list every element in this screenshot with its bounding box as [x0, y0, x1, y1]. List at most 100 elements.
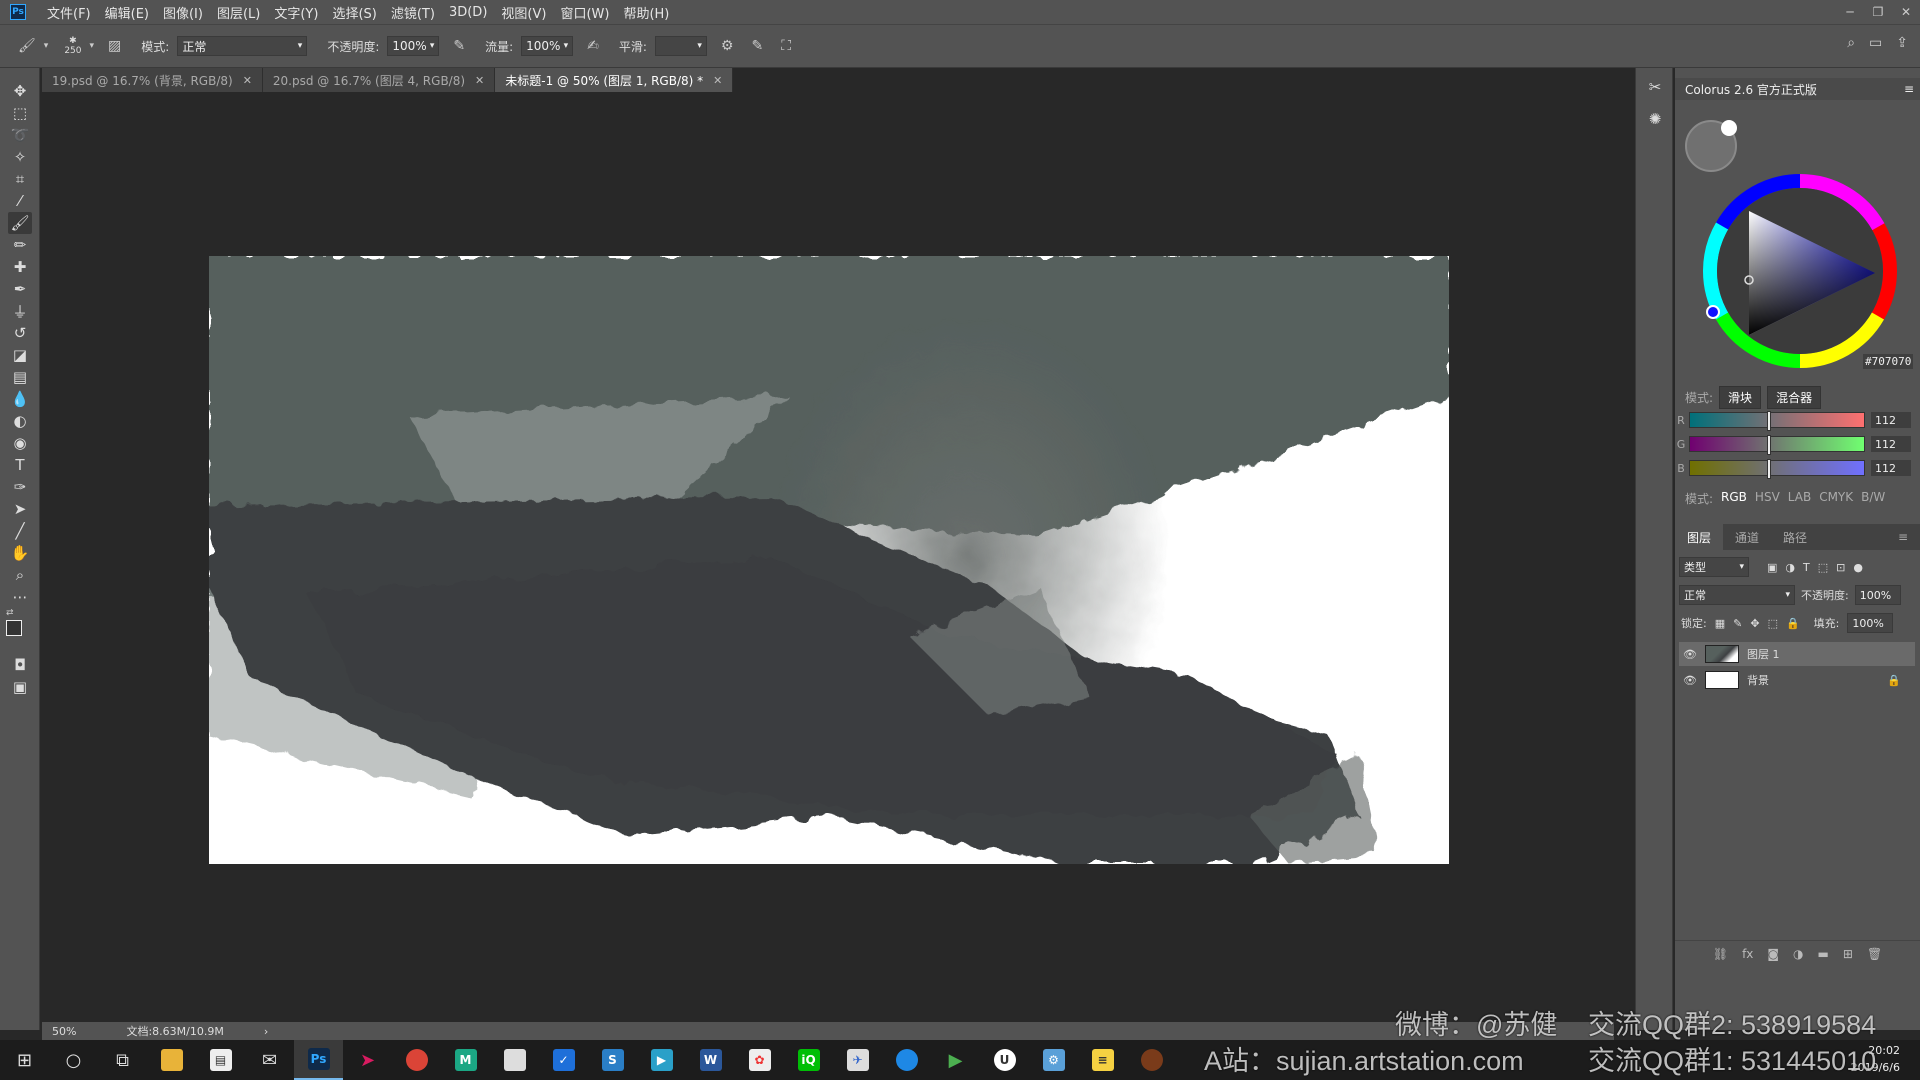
hand-tool-icon[interactable]: ✋: [8, 542, 32, 564]
slider-mode-button[interactable]: 滑块: [1719, 386, 1762, 409]
smooth-input[interactable]: ▾: [654, 36, 707, 56]
clone-stamp-icon[interactable]: ⏚: [8, 300, 32, 322]
app-s-icon[interactable]: S: [588, 1040, 637, 1080]
layer-row[interactable]: 👁 背景 🔒: [1679, 668, 1915, 692]
mail-icon[interactable]: ✉: [245, 1040, 294, 1080]
eye-icon[interactable]: 👁: [1683, 648, 1697, 661]
chevron-down-icon[interactable]: ▾: [90, 41, 95, 51]
mixer-mode-button[interactable]: 混合器: [1767, 386, 1822, 409]
dodge-tool-icon[interactable]: ◐: [8, 410, 32, 432]
start-icon[interactable]: ⊞: [0, 1040, 49, 1080]
slider-thumb-b[interactable]: [1766, 459, 1771, 479]
slider-track-r[interactable]: [1689, 411, 1865, 431]
tools-preset-icon[interactable]: ✂: [1643, 76, 1667, 98]
app-bird-icon[interactable]: ✈: [833, 1040, 882, 1080]
color-mode-lab[interactable]: LAB: [1788, 490, 1811, 507]
chrome-icon[interactable]: [392, 1040, 441, 1080]
word-icon[interactable]: W: [686, 1040, 735, 1080]
history-brush-icon[interactable]: ↺: [8, 322, 32, 344]
close-icon[interactable]: ✕: [713, 74, 722, 87]
layer-filter-select[interactable]: 类型 ▾: [1679, 557, 1749, 577]
slider-b[interactable]: B 112: [1675, 458, 1920, 479]
fill-input[interactable]: 100%: [1847, 613, 1894, 633]
fx-icon[interactable]: fx: [1742, 947, 1753, 961]
new-layer-icon[interactable]: ⊞: [1843, 947, 1853, 961]
menu-file[interactable]: 文件(F): [40, 3, 98, 22]
color-mode-bw[interactable]: B/W: [1861, 490, 1885, 507]
layer-name[interactable]: 背景: [1747, 672, 1769, 688]
tab-paths[interactable]: 路径: [1771, 524, 1819, 550]
arrow-app-icon[interactable]: ➤: [343, 1040, 392, 1080]
share-icon[interactable]: ⇪: [1896, 35, 1908, 51]
channel-value-b[interactable]: 112: [1871, 460, 1911, 476]
brush-panel-icon[interactable]: ✺: [1643, 108, 1667, 130]
close-icon[interactable]: ✕: [1892, 0, 1920, 24]
app-sphere-icon[interactable]: [1127, 1040, 1176, 1080]
filter-smart-icon[interactable]: ⊡: [1836, 561, 1845, 574]
slider-track-g[interactable]: [1689, 435, 1865, 455]
eraser-tool-icon[interactable]: ◪: [8, 344, 32, 366]
app-colorful-icon[interactable]: ✿: [735, 1040, 784, 1080]
healing-brush-icon[interactable]: ✚: [8, 256, 32, 278]
minimize-icon[interactable]: ─: [1836, 0, 1864, 24]
color-mode-rgb[interactable]: RGB: [1721, 490, 1747, 507]
tab-layers[interactable]: 图层: [1675, 524, 1724, 550]
layer-opacity-input[interactable]: 100%: [1854, 585, 1901, 605]
video-app-icon[interactable]: ▶: [637, 1040, 686, 1080]
menu-edit[interactable]: 编辑(E): [98, 3, 156, 22]
search-icon[interactable]: ○: [49, 1040, 98, 1080]
opacity-input[interactable]: 100% ▾: [387, 36, 440, 56]
pressure-opacity-icon[interactable]: ✎: [453, 38, 465, 54]
symmetry-icon[interactable]: ⛶: [781, 38, 791, 54]
app-portrait-icon[interactable]: [490, 1040, 539, 1080]
blend-mode-select[interactable]: 正常 ▾: [1679, 585, 1795, 605]
channel-value-r[interactable]: 112: [1871, 412, 1911, 428]
menu-type[interactable]: 文字(Y): [267, 3, 325, 22]
menu-view[interactable]: 视图(V): [494, 3, 553, 22]
path-select-icon[interactable]: ➤: [8, 498, 32, 520]
gear-icon[interactable]: ⚙: [721, 38, 734, 54]
brush-tool-icon[interactable]: 🖌: [8, 212, 32, 234]
notes-icon[interactable]: ≡: [1078, 1040, 1127, 1080]
add-mask-icon[interactable]: ◙: [1767, 947, 1779, 961]
quick-mask-icon[interactable]: ◘: [8, 654, 32, 676]
eyedropper-icon[interactable]: ⁄: [8, 190, 32, 212]
zoom-tool-icon[interactable]: ⌕: [8, 564, 32, 586]
adjustment-layer-icon[interactable]: ◑: [1793, 947, 1803, 961]
flow-input[interactable]: 100% ▾: [521, 36, 574, 56]
slider-r[interactable]: R 112: [1675, 410, 1920, 431]
lock-pixels-icon[interactable]: ✎: [1733, 617, 1742, 630]
close-icon[interactable]: ✕: [475, 74, 484, 87]
screen-mode-icon[interactable]: ▣: [8, 676, 32, 698]
lock-all-icon[interactable]: 🔒: [1786, 617, 1800, 630]
panel-menu-icon[interactable]: ≡: [1886, 524, 1920, 550]
iqiyi-icon[interactable]: iQ: [784, 1040, 833, 1080]
channel-value-g[interactable]: 112: [1871, 436, 1911, 452]
type-tool-icon[interactable]: T: [8, 454, 32, 476]
store-icon[interactable]: ▤: [196, 1040, 245, 1080]
filter-toggle-icon[interactable]: ●: [1853, 561, 1863, 574]
panel-menu-icon[interactable]: ≡: [1904, 82, 1914, 96]
crop-tool-icon[interactable]: ⌗: [8, 168, 32, 190]
lock-artboard-icon[interactable]: ⬚: [1768, 617, 1778, 630]
filter-shape-icon[interactable]: ⬚: [1818, 561, 1828, 574]
search-icon[interactable]: ⌕: [1847, 35, 1855, 51]
color-wheel[interactable]: [1685, 146, 1915, 376]
workspace-icon[interactable]: ▭: [1869, 35, 1882, 51]
menu-layer[interactable]: 图层(L): [210, 3, 267, 22]
pressure-size-icon[interactable]: ✎: [751, 38, 763, 54]
app-u-icon[interactable]: U: [980, 1040, 1029, 1080]
mixer-brush-icon[interactable]: ✒: [8, 278, 32, 300]
menu-window[interactable]: 窗口(W): [553, 3, 616, 22]
tab-untitled-1[interactable]: 未标题-1 @ 50% (图层 1, RGB/8) * ✕: [495, 68, 734, 92]
app-m-icon[interactable]: M: [441, 1040, 490, 1080]
zoom-level[interactable]: 50%: [52, 1025, 76, 1038]
chevron-right-icon[interactable]: ›: [264, 1025, 268, 1038]
line-tool-icon[interactable]: ╱: [8, 520, 32, 542]
menu-help[interactable]: 帮助(H): [616, 3, 676, 22]
tab-doc-19[interactable]: 19.psd @ 16.7% (背景, RGB/8) ✕: [42, 68, 263, 92]
filter-pixel-icon[interactable]: ▣: [1767, 561, 1777, 574]
lasso-tool-icon[interactable]: ➰: [8, 124, 32, 146]
airbrush-icon[interactable]: ✍: [587, 38, 599, 54]
slider-thumb-g[interactable]: [1766, 435, 1771, 455]
